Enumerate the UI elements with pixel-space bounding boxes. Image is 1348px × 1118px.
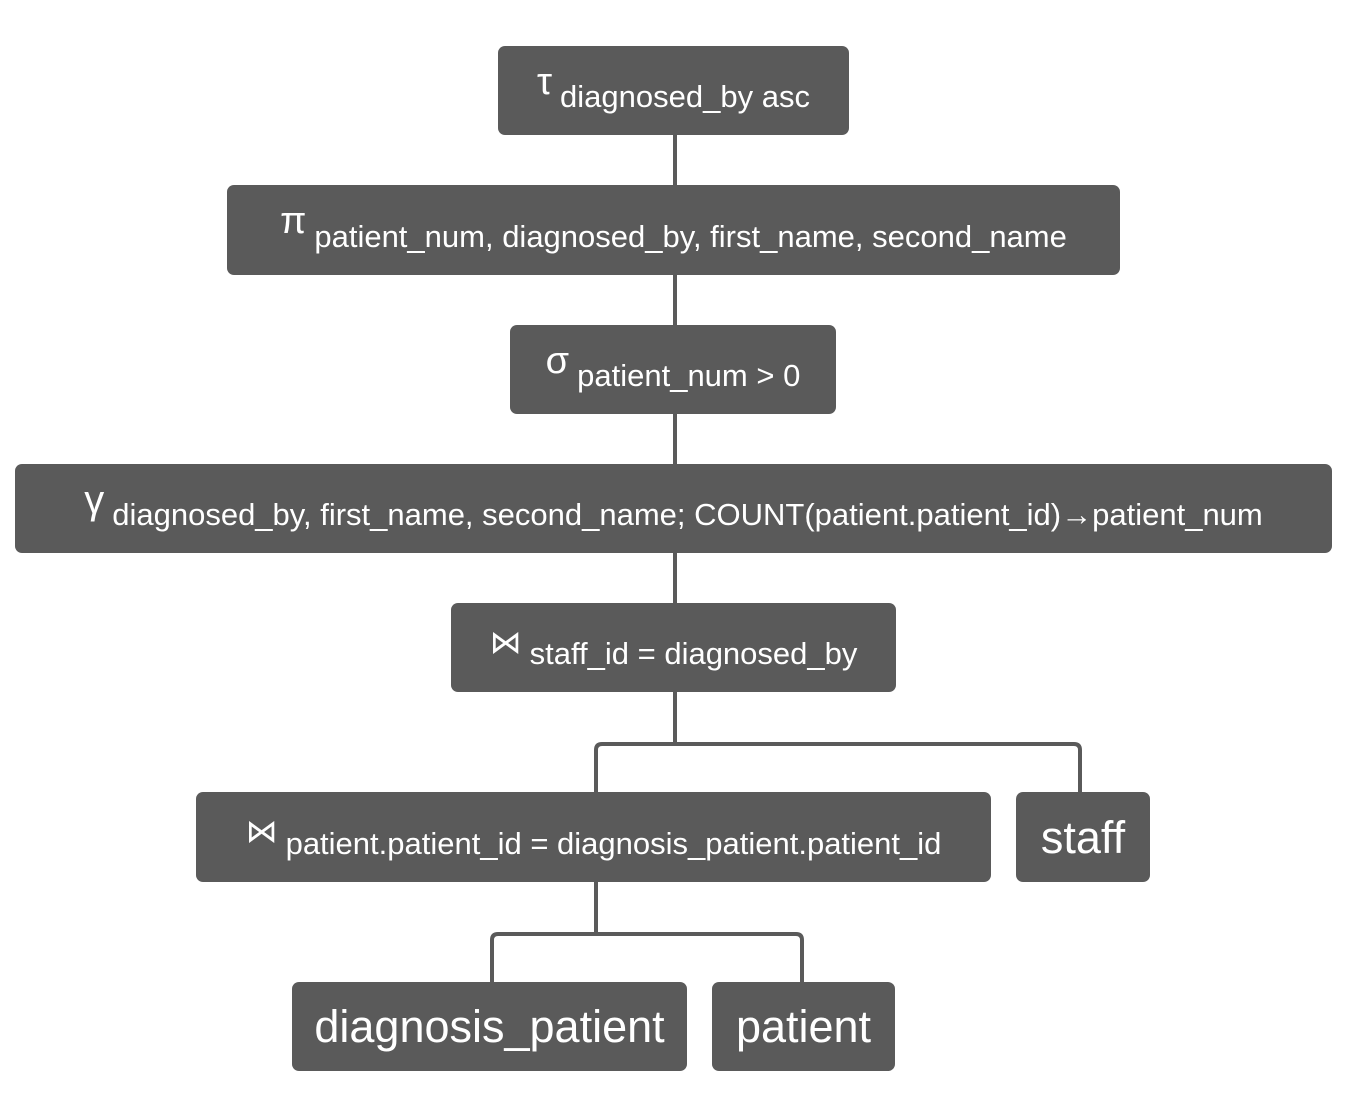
join-patient-condition: patient.patient_id = diagnosis_patient.p… (285, 825, 942, 861)
relation-patient-label: patient (735, 1001, 872, 1052)
projection-node: π patient_num, diagnosed_by, first_name,… (227, 185, 1120, 275)
grouping-condition: diagnosed_by, first_name, second_name; C… (112, 497, 1263, 532)
selection-node: σ patient_num > 0 (510, 325, 836, 414)
sort-symbol: τ (537, 60, 553, 103)
join-patient-symbol: ⋈ (245, 813, 278, 849)
join-staff-node: ⋈ staff_id = diagnosed_by (451, 603, 896, 692)
edge-join-patient-branches (490, 882, 804, 982)
grouping-symbol: γ (84, 477, 105, 522)
relation-staff-node: staff (1016, 792, 1150, 882)
grouping-node: γ diagnosed_by, first_name, second_name;… (15, 464, 1332, 553)
edge-join-staff-branches (594, 692, 1082, 792)
join-staff-condition: staff_id = diagnosed_by (529, 636, 858, 671)
join-staff-symbol: ⋈ (489, 623, 522, 660)
sort-condition: diagnosed_by asc (560, 79, 810, 114)
join-patient-node: ⋈ patient.patient_id = diagnosis_patient… (196, 792, 991, 882)
projection-condition: patient_num, diagnosed_by, first_name, s… (314, 218, 1067, 254)
relation-diagnosis-patient-label: diagnosis_patient (314, 1001, 665, 1052)
tree-connectors (490, 135, 1082, 982)
relation-staff-label: staff (1040, 811, 1126, 863)
sort-node: τ diagnosed_by asc (498, 46, 849, 135)
selection-symbol: σ (545, 339, 570, 382)
relation-patient-node: patient (712, 982, 895, 1071)
relation-diagnosis-patient-node: diagnosis_patient (292, 982, 687, 1071)
selection-condition: patient_num > 0 (577, 358, 801, 393)
projection-symbol: π (280, 200, 307, 242)
